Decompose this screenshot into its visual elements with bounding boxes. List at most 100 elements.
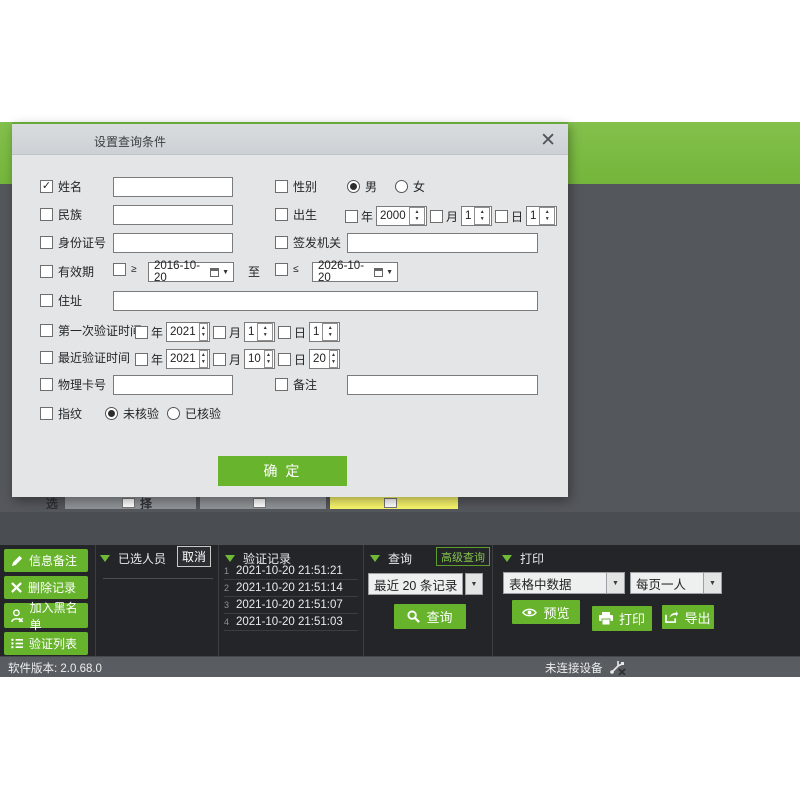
record-row[interactable]: 4 2021-10-20 21:51:03 [224, 613, 358, 631]
preview-label: 预览 [543, 603, 569, 622]
record-number: 4 [224, 617, 230, 627]
card-input[interactable] [113, 375, 233, 395]
spinner-arrows-icon[interactable]: ▲▼ [409, 207, 425, 225]
birth-month-checkbox[interactable]: ✓ [430, 210, 443, 223]
row-checkbox[interactable] [384, 498, 397, 508]
birth-day-checkbox[interactable]: ✓ [495, 210, 508, 223]
chevron-down-icon: ▼ [466, 574, 482, 594]
gte-checkbox[interactable]: ✓ [113, 263, 126, 276]
fp-verified-option[interactable]: 已核验 [167, 405, 221, 422]
lv-month-spinner[interactable]: 10 ▲▼ [244, 349, 275, 369]
name-input[interactable] [113, 177, 233, 197]
gender-male-option[interactable]: 男 [347, 178, 377, 195]
spinner-arrows-icon[interactable]: ▲▼ [322, 323, 338, 341]
idnum-input[interactable] [113, 233, 233, 253]
preview-button[interactable]: 预览 [512, 600, 580, 624]
cancel-selection-button[interactable]: 取消 [177, 546, 211, 567]
calendar-icon [374, 268, 383, 277]
record-row[interactable]: 3 2021-10-20 21:51:07 [224, 596, 358, 614]
fv-month-spinner[interactable]: 1 ▲▼ [244, 322, 275, 342]
spinner-arrows-icon[interactable]: ▲▼ [199, 323, 208, 341]
remark-checkbox[interactable]: ✓ [275, 378, 288, 391]
row-checkbox[interactable] [122, 498, 135, 508]
to-label: 至 [248, 263, 260, 280]
record-range-dropdown-arrow[interactable]: ▼ [465, 573, 483, 595]
spinner-arrows-icon[interactable]: ▲▼ [474, 207, 490, 225]
name-checkbox[interactable]: ✓ [40, 180, 53, 193]
bottom-panels: 信息备注 删除记录 加入黑名单 验证列表 [0, 545, 800, 656]
remark-input[interactable] [347, 375, 538, 395]
collapse-triangle-icon[interactable] [370, 555, 380, 562]
record-row[interactable]: 1 2021-10-20 21:51:21 [224, 562, 358, 580]
fv-month-checkbox[interactable]: ✓ [213, 326, 226, 339]
lv-day-checkbox[interactable]: ✓ [278, 353, 291, 366]
print-source-dropdown[interactable]: 表格中数据 ▼ [503, 572, 625, 594]
first-verify-checkbox[interactable]: ✓ [40, 324, 53, 337]
lv-day-spinner[interactable]: 20 ▲▼ [309, 349, 340, 369]
record-range-dropdown[interactable]: 最近 20 条记录 [368, 573, 463, 595]
fv-day-spinner[interactable]: 1 ▲▼ [309, 322, 340, 342]
valid-from-datepicker[interactable]: 2016-10-20 ▼ [148, 262, 234, 282]
gender-checkbox[interactable]: ✓ [275, 180, 288, 193]
gender-female-option[interactable]: 女 [395, 178, 425, 195]
collapse-triangle-icon[interactable] [100, 555, 110, 562]
birth-day-spinner[interactable]: 1 ▲▼ [526, 206, 557, 226]
lv-year-spinner[interactable]: 2021 ▲▼ [166, 349, 210, 369]
birth-month-spinner[interactable]: 1 ▲▼ [461, 206, 492, 226]
fv-day-value: 1 [310, 326, 322, 338]
idnum-checkbox[interactable]: ✓ [40, 236, 53, 249]
address-checkbox[interactable]: ✓ [40, 294, 53, 307]
print-layout-dropdown[interactable]: 每页一人 ▼ [630, 572, 722, 594]
birth-checkbox[interactable]: ✓ [275, 208, 288, 221]
lv-month-checkbox[interactable]: ✓ [213, 353, 226, 366]
validity-checkbox[interactable]: ✓ [40, 265, 53, 278]
sidebar-item-add-blacklist[interactable]: 加入黑名单 [4, 603, 88, 628]
issuer-input[interactable] [347, 233, 538, 253]
spinner-arrows-icon[interactable]: ▲▼ [257, 323, 273, 341]
ethnic-input[interactable] [113, 205, 233, 225]
fv-day-checkbox[interactable]: ✓ [278, 326, 291, 339]
collapse-triangle-icon[interactable] [225, 555, 235, 562]
collapse-triangle-icon[interactable] [502, 555, 512, 562]
sidebar-item-verify-list[interactable]: 验证列表 [4, 632, 88, 655]
row-checkbox[interactable] [253, 498, 266, 508]
fp-verified-radio[interactable] [167, 407, 180, 420]
sidebar-item-info-note[interactable]: 信息备注 [4, 549, 88, 572]
issuer-checkbox[interactable]: ✓ [275, 236, 288, 249]
birth-year-spinner[interactable]: 2000 ▲▼ [376, 206, 427, 226]
fp-verified-label: 已核验 [185, 405, 221, 422]
female-radio[interactable] [395, 180, 408, 193]
fingerprint-checkbox[interactable]: ✓ [40, 407, 53, 420]
app-window: 理 选 择 |◀◀ ◀◀ ◀ 1 / 3 ▶ ▶▶ ▶▶| < > 信息备注 [0, 0, 800, 800]
print-source-value: 表格中数据 [504, 574, 606, 593]
panel-divider [218, 545, 219, 656]
address-input[interactable] [113, 291, 538, 311]
ok-button[interactable]: 确 定 [218, 456, 347, 486]
spinner-arrows-icon[interactable]: ▲▼ [264, 350, 273, 368]
record-row[interactable]: 2 2021-10-20 21:51:14 [224, 579, 358, 597]
lv-year-checkbox[interactable]: ✓ [135, 353, 148, 366]
lte-checkbox[interactable]: ✓ [275, 263, 288, 276]
month-unit-label: 月 [229, 351, 241, 368]
advanced-query-button[interactable]: 高级查询 [436, 547, 490, 566]
male-radio[interactable] [347, 180, 360, 193]
last-verify-checkbox[interactable]: ✓ [40, 351, 53, 364]
fv-year-checkbox[interactable]: ✓ [135, 326, 148, 339]
record-range-value: 最近 20 条记录 [369, 575, 462, 594]
sidebar-item-delete-record[interactable]: 删除记录 [4, 576, 88, 599]
spinner-arrows-icon[interactable]: ▲▼ [329, 350, 338, 368]
birth-year-checkbox[interactable]: ✓ [345, 210, 358, 223]
fp-unverified-radio[interactable] [105, 407, 118, 420]
fv-year-spinner[interactable]: 2021 ▲▼ [166, 322, 210, 342]
valid-until-datepicker[interactable]: 2026-10-20 ▼ [312, 262, 398, 282]
export-button[interactable]: 导出 [662, 605, 714, 629]
query-button[interactable]: 查询 [394, 604, 466, 629]
panel-divider [363, 545, 364, 656]
spinner-arrows-icon[interactable]: ▲▼ [199, 350, 208, 368]
card-checkbox[interactable]: ✓ [40, 378, 53, 391]
dialog-close-button[interactable]: ✕ [540, 129, 556, 152]
fp-unverified-option[interactable]: 未核验 [105, 405, 159, 422]
ethnic-checkbox[interactable]: ✓ [40, 208, 53, 221]
print-button[interactable]: 打印 [592, 606, 652, 631]
spinner-arrows-icon[interactable]: ▲▼ [539, 207, 555, 225]
